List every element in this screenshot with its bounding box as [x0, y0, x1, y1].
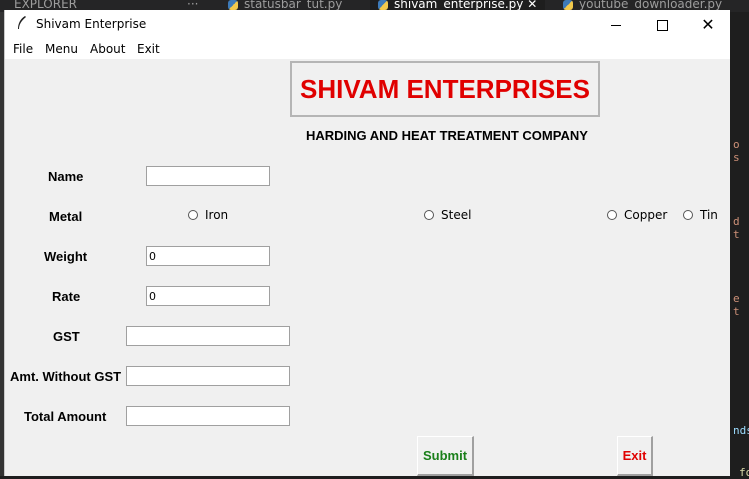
feather-icon	[17, 16, 27, 33]
radio-icon	[683, 210, 693, 220]
amt-without-gst-label: Amt. Without GST	[10, 369, 122, 384]
window-title: Shivam Enterprise	[36, 17, 147, 31]
gst-label: GST	[53, 329, 80, 344]
python-file-icon	[378, 0, 388, 10]
total-amount-label: Total Amount	[24, 409, 107, 424]
gst-input[interactable]	[126, 326, 290, 346]
name-input[interactable]	[146, 166, 270, 186]
metal-label: Metal	[49, 209, 83, 224]
radio-icon	[188, 210, 198, 220]
menu-about[interactable]: About	[90, 42, 125, 56]
code-fragment: nds	[733, 424, 749, 437]
code-fragment: e t	[733, 292, 740, 318]
close-icon: ✕	[701, 15, 715, 34]
menu-file[interactable]: File	[13, 42, 33, 56]
exit-button[interactable]: Exit	[617, 436, 653, 476]
submit-button[interactable]: Submit	[417, 436, 474, 476]
maximize-button[interactable]	[639, 10, 685, 40]
weight-label: Weight	[44, 249, 88, 264]
editor-code-area: o s d t e t nds fo	[730, 12, 749, 479]
menu-exit[interactable]: Exit	[137, 42, 160, 56]
radio-iron[interactable]: Iron	[188, 208, 228, 222]
total-amount-input[interactable]	[126, 406, 290, 426]
amt-without-gst-input[interactable]	[126, 366, 290, 386]
title-bar[interactable]: Shivam Enterprise ✕	[5, 10, 730, 40]
radio-icon	[424, 210, 434, 220]
rate-input[interactable]	[146, 286, 270, 306]
radio-tin[interactable]: Tin	[683, 208, 718, 222]
menu-menu[interactable]: Menu	[45, 42, 78, 56]
code-fragment: d t	[733, 215, 740, 241]
code-fragment: fo	[739, 466, 749, 479]
python-file-icon	[228, 0, 238, 10]
maximize-icon	[656, 19, 668, 31]
name-label: Name	[48, 169, 84, 184]
weight-input[interactable]	[146, 246, 270, 266]
radio-copper[interactable]: Copper	[607, 208, 667, 222]
code-fragment: o s	[733, 138, 740, 164]
radio-steel[interactable]: Steel	[424, 208, 471, 222]
radio-icon	[607, 210, 617, 220]
python-file-icon	[563, 0, 573, 10]
rate-label: Rate	[52, 289, 81, 304]
minimize-button[interactable]	[593, 10, 639, 40]
minimize-icon	[611, 24, 621, 26]
menu-bar: File Menu About Exit	[5, 40, 730, 59]
close-button[interactable]: ✕	[685, 10, 730, 40]
app-window: Shivam Enterprise ✕ File Menu About Exit…	[4, 10, 730, 476]
heading-frame: SHIVAM ENTERPRISES	[290, 61, 600, 117]
company-subheading: HARDING AND HEAT TREATMENT COMPANY	[306, 128, 588, 143]
company-heading: SHIVAM ENTERPRISES	[300, 73, 590, 104]
